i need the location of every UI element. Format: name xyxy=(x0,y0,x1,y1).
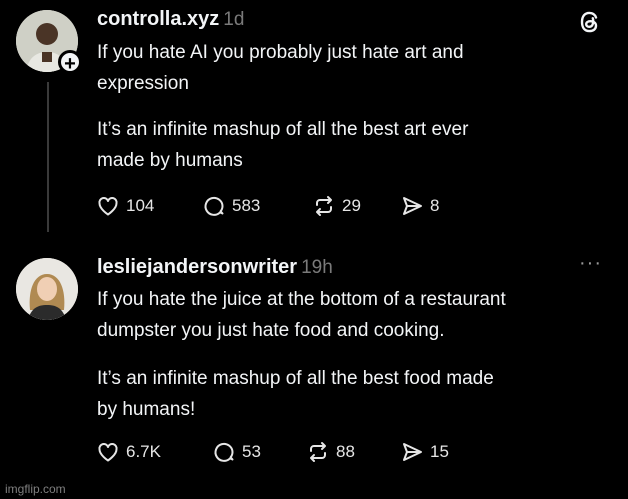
text-line: If you hate AI you probably just hate ar… xyxy=(97,42,464,63)
like-count: 104 xyxy=(126,196,155,215)
post-header: lesliejandersonwriter 19h xyxy=(97,256,333,279)
share-button[interactable]: 15 xyxy=(400,440,449,464)
reply-button[interactable]: 53 xyxy=(212,440,261,464)
post-text-paragraph-2: It’s an infinite mashup of all the best … xyxy=(97,114,607,176)
post-header: controlla.xyz 1d xyxy=(97,8,244,31)
text-line: dumpster you just hate food and cooking. xyxy=(97,320,445,341)
comment-icon xyxy=(204,196,224,216)
like-button[interactable]: 104 xyxy=(96,194,154,218)
post-text-paragraph-1: If you hate AI you probably just hate ar… xyxy=(97,37,607,99)
share-button[interactable]: 8 xyxy=(400,194,439,218)
more-icon[interactable]: ··· xyxy=(579,252,602,275)
comment-icon xyxy=(214,442,234,462)
repost-icon xyxy=(310,442,326,462)
thread-connector-line xyxy=(47,82,49,232)
reply-count: 53 xyxy=(242,442,261,461)
share-icon xyxy=(403,197,422,215)
text-line: It’s an infinite mashup of all the best … xyxy=(97,368,494,389)
repost-button[interactable]: 88 xyxy=(306,440,355,464)
like-count: 6.7K xyxy=(126,442,161,461)
heart-icon xyxy=(98,197,118,216)
share-icon xyxy=(403,443,422,461)
username[interactable]: lesliejandersonwriter xyxy=(97,256,297,278)
reply-count: 583 xyxy=(232,196,261,215)
text-line: by humans! xyxy=(97,399,196,420)
watermark: imgflip.com xyxy=(5,482,66,496)
text-line: It’s an infinite mashup of all the best … xyxy=(97,119,469,140)
share-count: 8 xyxy=(430,196,440,215)
text-line: expression xyxy=(97,73,189,94)
reply-button[interactable]: 583 xyxy=(202,194,260,218)
post-text-paragraph-2: It’s an infinite mashup of all the best … xyxy=(97,363,607,425)
like-button[interactable]: 6.7K xyxy=(96,440,161,464)
heart-icon xyxy=(98,443,118,462)
timestamp[interactable]: 19h xyxy=(301,257,333,278)
share-count: 15 xyxy=(430,442,449,461)
text-line: made by humans xyxy=(97,150,243,171)
repost-icon xyxy=(316,196,332,216)
timestamp[interactable]: 1d xyxy=(223,9,244,30)
threads-logo-icon[interactable] xyxy=(576,8,604,36)
follow-plus-icon[interactable]: + xyxy=(58,50,82,75)
repost-count: 88 xyxy=(336,442,355,461)
username[interactable]: controlla.xyz xyxy=(97,8,219,30)
text-line: If you hate the juice at the bottom of a… xyxy=(97,289,506,310)
post-text-paragraph-1: If you hate the juice at the bottom of a… xyxy=(97,284,607,346)
repost-button[interactable]: 29 xyxy=(312,194,361,218)
avatar[interactable] xyxy=(16,258,78,320)
repost-count: 29 xyxy=(342,196,361,215)
